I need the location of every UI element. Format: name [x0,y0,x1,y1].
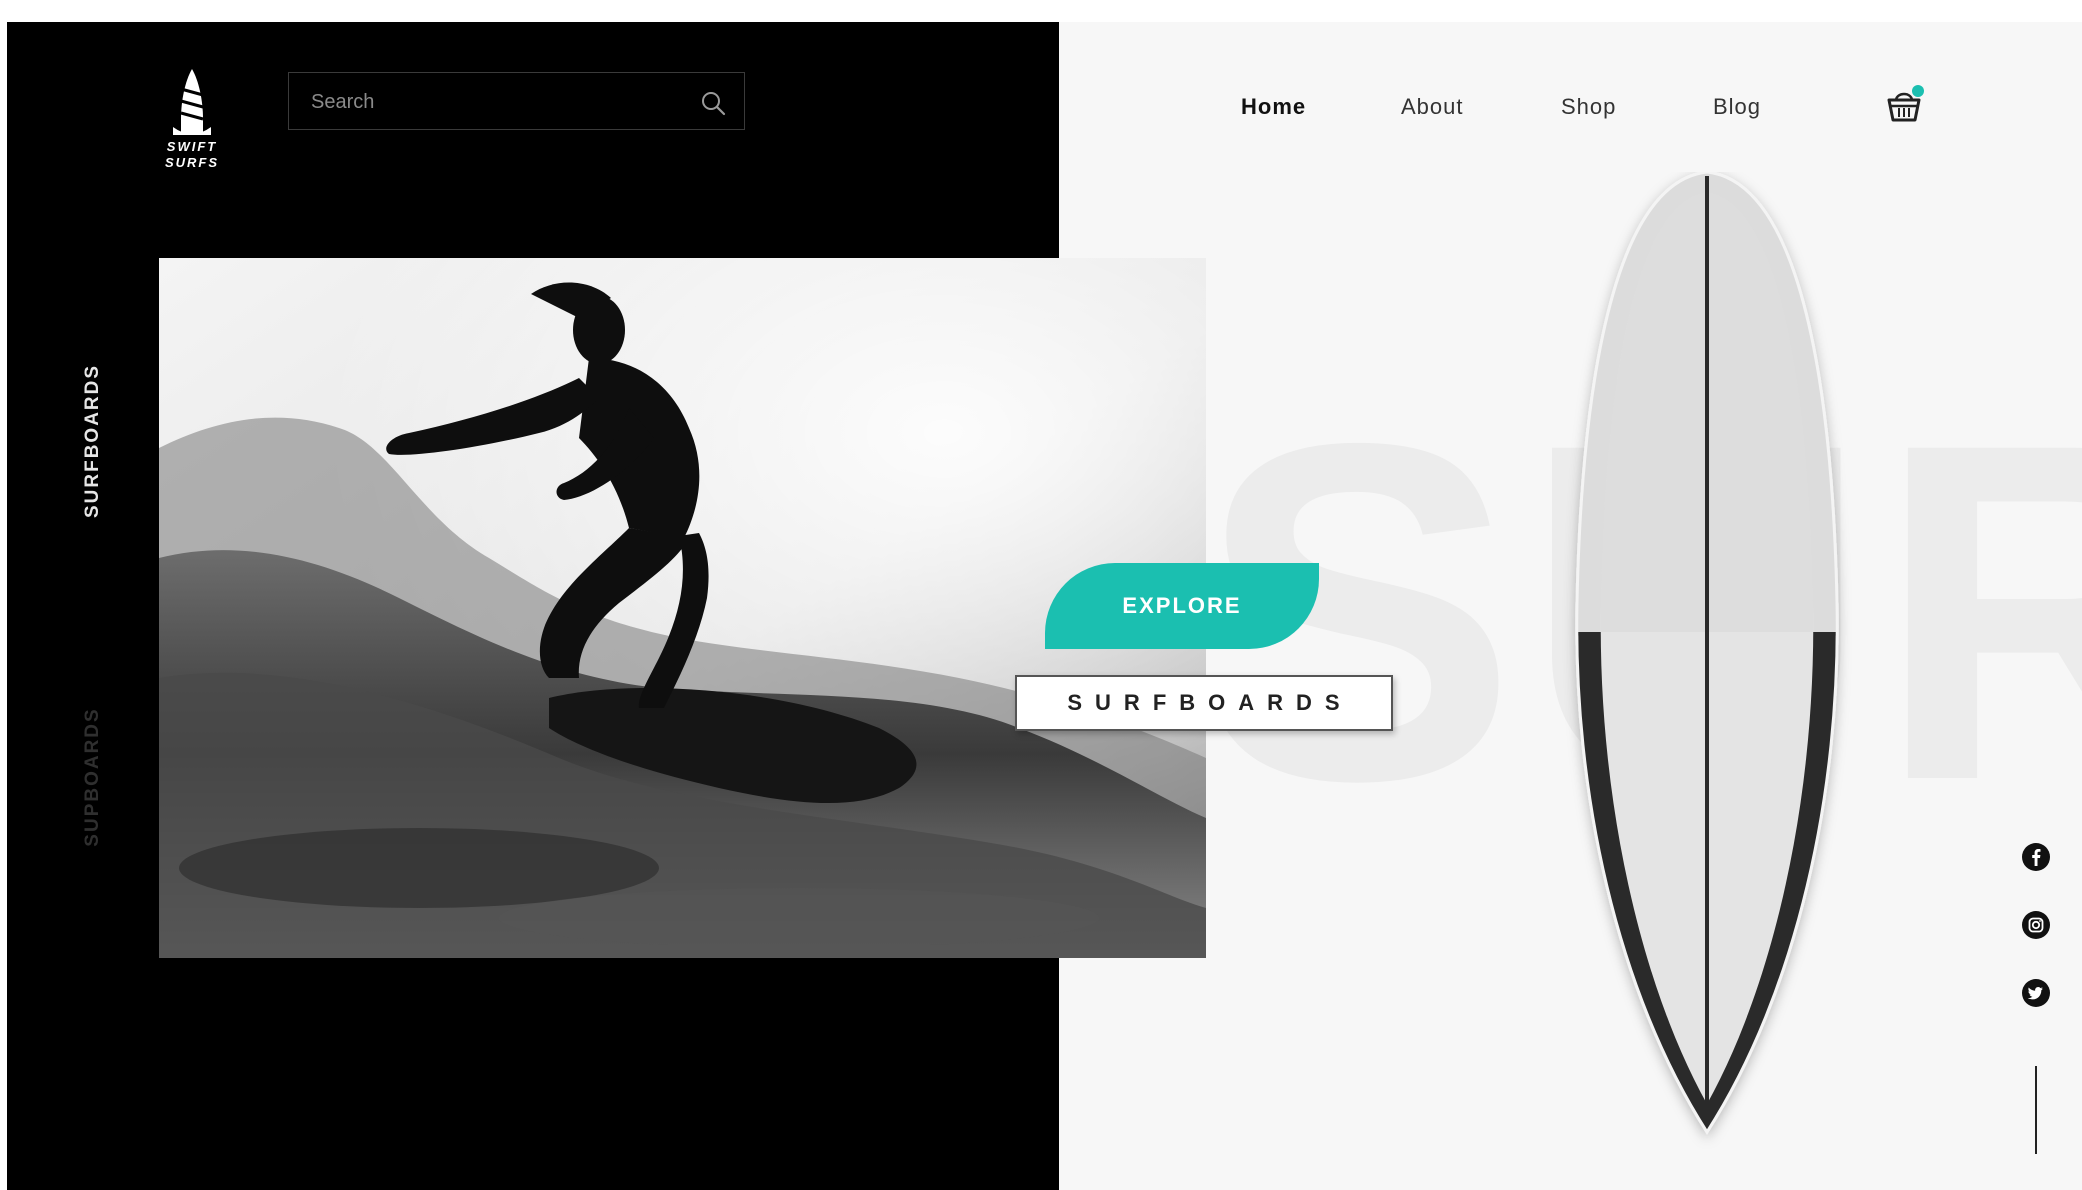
brand-name-line1: SWIFT [166,139,218,154]
surfboard-product-image[interactable] [1547,172,1867,1152]
search-box [288,72,745,130]
surfboards-tagline: SURFBOARDS [1015,675,1393,731]
facebook-icon[interactable] [2021,842,2051,872]
page-frame: SWIFT SURFS SURFBOARDS SUPBOARDS SURF [7,22,2082,1190]
brand-name: SWIFT SURFS [159,139,225,171]
surfboard-logo-icon [173,69,211,135]
social-divider-line [2035,1066,2037,1154]
instagram-icon[interactable] [2021,910,2051,940]
basket-icon[interactable] [1883,84,1925,126]
tab-supboards[interactable]: SUPBOARDS [82,697,104,857]
brand-logo[interactable]: SWIFT SURFS [159,67,225,187]
nav-shop[interactable]: Shop [1561,94,1616,124]
twitter-icon[interactable] [2021,978,2051,1008]
cart-badge [1912,85,1924,97]
tab-surfboards[interactable]: SURFBOARDS [82,361,104,521]
nav-about[interactable]: About [1401,94,1464,124]
nav-home[interactable]: Home [1241,94,1306,124]
explore-button[interactable]: EXPLORE [1045,563,1319,649]
search-input[interactable] [309,87,693,117]
search-icon[interactable] [700,90,726,116]
brand-name-line2: SURFS [164,155,220,170]
nav-blog[interactable]: Blog [1713,94,1761,124]
